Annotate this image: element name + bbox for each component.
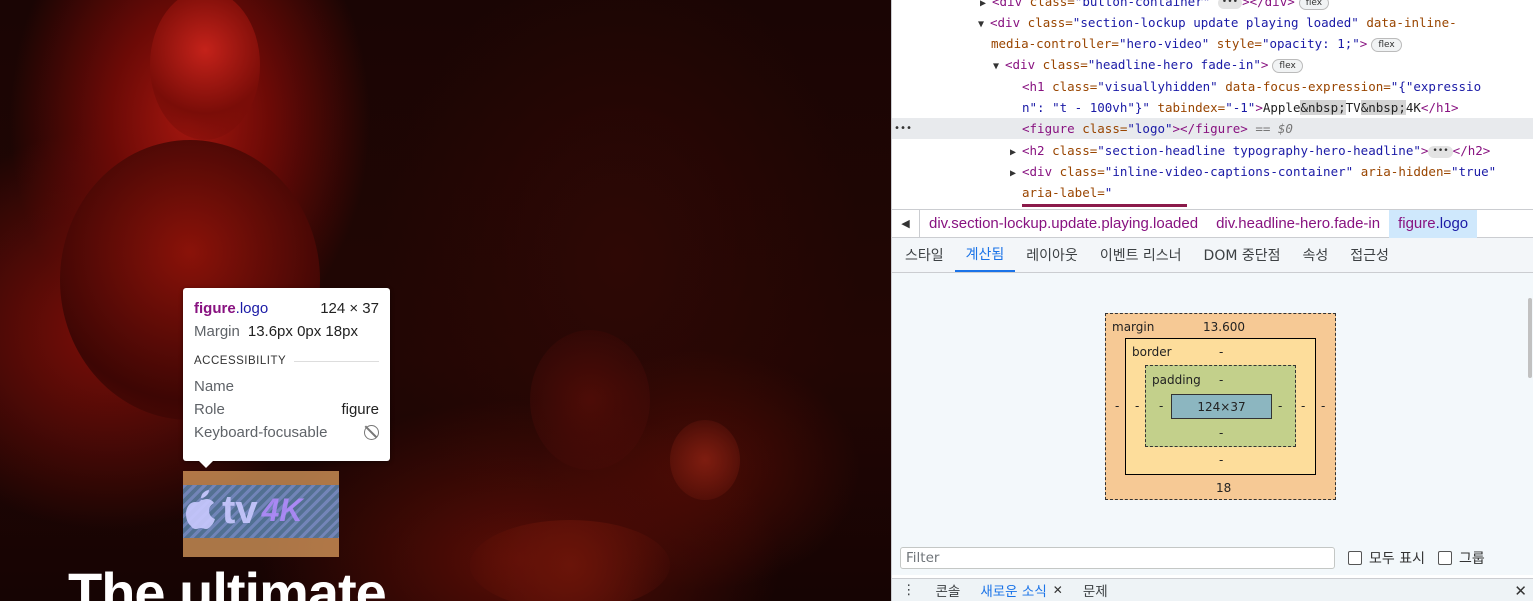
border-bottom-value[interactable]: - [1219,453,1223,467]
scrollbar-thumb[interactable] [1528,298,1532,378]
group-checkbox-box[interactable] [1437,551,1452,565]
apple-tv-4k-logo: tv 4K [184,488,302,532]
tab-properties[interactable]: 속성 [1292,238,1340,272]
padding-top-value[interactable]: - [1219,373,1223,387]
breadcrumb-item-headline-hero[interactable]: div.headline-hero.fade-in [1207,210,1389,238]
tooltip-element-name: figure.logo [194,300,269,317]
scene-crowd-face [670,420,740,500]
filter-input[interactable] [900,547,1335,569]
collapsed-ellipsis-icon[interactable]: ••• [1428,145,1453,158]
dom-line-h1-cont[interactable]: n": "t - 100vh"}" tabindex="-1">Apple&nb… [1022,97,1533,118]
tooltip-margin-value: 13.6px 0px 18px [247,323,358,340]
margin-left-value[interactable]: - [1115,399,1119,413]
pane-scrollbar[interactable] [1527,238,1533,541]
inspect-tooltip: figure.logo 124 × 37 Margin 13.6px 0px 1… [183,288,390,468]
dom-line-captions-container[interactable]: ▶ <div class="inline-video-captions-conta… [1010,161,1533,182]
tooltip-size: 124 × 37 [320,300,379,317]
margin-right-value[interactable]: - [1321,399,1325,413]
apple-logo-icon [186,490,215,529]
tab-styles[interactable]: 스타일 [894,238,955,272]
tooltip-margin-label: Margin [194,323,240,340]
scene-figure-head [150,0,260,140]
page-viewport[interactable]: tv 4K The ultimate figure.logo 124 × 37 … [0,0,891,601]
highlight-margin-bottom [183,538,339,557]
dom-line-h2[interactable]: ▶ <h2 class="section-headline typography-… [1010,140,1533,161]
drawer-menu-icon[interactable]: ⋮ [892,582,926,598]
flex-badge[interactable]: flex [1298,0,1330,10]
whats-new-label: 새로운 소식 [980,584,1047,600]
box-model-content[interactable]: 124×37 [1171,394,1272,419]
padding-left-value[interactable]: - [1159,399,1163,413]
highlight-margin-top [183,471,339,485]
dom-line-section-lockup-cont[interactable]: media-controller="hero-video" style="opa… [991,33,1533,54]
collapsed-ellipsis-icon[interactable]: ••• [1217,0,1243,9]
tab-computed[interactable]: 계산됨 [954,238,1016,272]
drawer-tabbar[interactable]: ⋮ 콘솔 새로운 소식 ✕ 문제 ✕ [892,578,1533,601]
dom-line-button-container[interactable]: ▶ <div class="button-container" ••• ></div… [980,0,1533,12]
tab-layout[interactable]: 레이아웃 [1015,238,1089,272]
tab-dom-breakpoints[interactable]: DOM 중단점 [1193,238,1292,272]
drawer-tab-console[interactable]: 콘솔 [926,580,971,600]
padding-label: padding [1152,373,1201,387]
tooltip-accessibility-header: ACCESSIBILITY [194,355,379,367]
flex-badge[interactable]: flex [1371,37,1402,52]
group-label: 그룹 [1458,551,1485,567]
sidebar-tabs[interactable]: 스타일 계산됨 레이아웃 이벤트 리스너 DOM 중단점 속성 접근성 [892,238,1533,273]
expand-arrow-icon[interactable]: ▶ [1010,142,1022,163]
tooltip-header: figure.logo 124 × 37 [194,297,379,320]
computed-pane[interactable]: 124×37 margin 13.600 18 - - border - - -… [892,273,1533,541]
dom-scrollbar-indicator [1022,204,1187,207]
dom-line-figure-logo-selected[interactable]: ••• <figure class="logo"></figure> == $0 [892,118,1533,139]
dom-line-h1[interactable]: <h1 class="visuallyhidden" data-focus-ex… [1022,76,1533,97]
tooltip-a11y-role: Role figure [194,401,379,418]
close-drawer-icon[interactable]: ✕ [1514,582,1527,600]
breadcrumb-scroll-left-icon[interactable]: ◀ [892,209,920,238]
collapse-arrow-icon[interactable]: ▼ [993,56,1005,77]
show-all-label: 모두 표시 [1369,551,1425,567]
filter-bar: 모두 표시 그룹 [892,541,1533,575]
margin-label: margin [1112,320,1155,334]
tab-event-listeners[interactable]: 이벤트 리스너 [1089,238,1193,272]
breadcrumb[interactable]: ◀ div.section-lockup.update.playing.load… [892,209,1533,238]
border-top-value[interactable]: - [1219,345,1223,359]
border-right-value[interactable]: - [1301,399,1305,413]
border-label: border [1132,345,1172,359]
more-options-icon[interactable]: ••• [894,118,912,139]
expand-arrow-icon[interactable]: ▶ [1010,163,1022,184]
drawer-tab-whats-new[interactable]: 새로운 소식 ✕ [970,580,1072,600]
margin-bottom-value[interactable]: 18 [1216,481,1231,495]
close-tab-icon[interactable]: ✕ [1053,583,1063,597]
show-all-checkbox[interactable]: 모두 표시 [1348,548,1425,568]
border-left-value[interactable]: - [1135,399,1139,413]
dom-line-captions-cont[interactable]: aria-label=" [1022,182,1533,203]
flex-badge[interactable]: flex [1272,58,1303,73]
breadcrumb-item-figure-logo[interactable]: figure.logo [1389,209,1478,238]
margin-top-value[interactable]: 13.600 [1203,320,1245,334]
logo-4k-text: 4K [261,491,303,528]
group-checkbox[interactable]: 그룹 [1437,548,1485,568]
drawer-tab-issues[interactable]: 문제 [1073,580,1118,600]
scene-crowd-hands [470,520,670,601]
tooltip-a11y-name: Name [194,378,235,395]
breadcrumb-item-section-lockup[interactable]: div.section-lockup.update.playing.loaded [920,210,1207,238]
scene-crowd-figure [530,330,650,470]
elements-dom-tree[interactable]: ▶ <div class="button-container" ••• ></div… [892,0,1533,209]
not-allowed-icon [364,425,379,440]
padding-bottom-value[interactable]: - [1219,426,1223,440]
tooltip-margin: Margin 13.6px 0px 18px [194,320,379,343]
devtools-panel[interactable]: ▶ <div class="button-container" ••• ></div… [891,0,1533,601]
tooltip-a11y-focusable: Keyboard-focusable [194,421,379,444]
tab-accessibility[interactable]: 접근성 [1339,238,1400,272]
hero-headline: The ultimate [68,561,387,601]
dom-line-section-lockup[interactable]: ▼ <div class="section-lockup update playi… [978,12,1533,33]
dom-line-headline-hero[interactable]: ▼ <div class="headline-hero fade-in"> flex [993,54,1533,75]
padding-right-value[interactable]: - [1278,399,1282,413]
logo-tv-text: tv [222,487,258,532]
collapse-arrow-icon[interactable]: ▼ [978,14,990,35]
show-all-checkbox-box[interactable] [1348,551,1362,565]
